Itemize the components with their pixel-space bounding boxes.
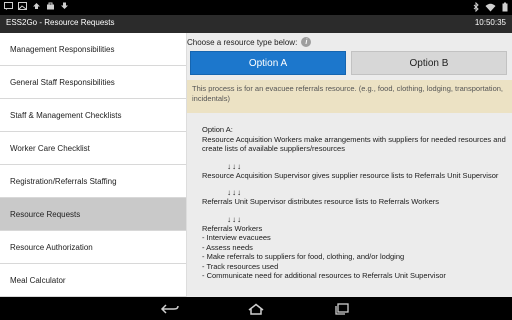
- sidebar-item-label: Meal Calculator: [10, 275, 66, 285]
- step-4-title: Referrals Workers: [202, 223, 263, 233]
- bag-icon: [47, 2, 54, 10]
- step-1-text: Resource Acquisition Workers make arrang…: [202, 134, 506, 154]
- down-arrows: ↓↓↓: [227, 214, 242, 224]
- upload-icon: [33, 3, 40, 9]
- sidebar-item-label: General Staff Responsibilities: [10, 77, 115, 87]
- process-content: Option A: Resource Acquisition Workers m…: [202, 125, 507, 281]
- down-arrows: ↓↓↓: [227, 161, 242, 171]
- sidebar-item-resource-requests[interactable]: Resource Requests: [0, 198, 186, 231]
- notification-icons: [4, 2, 69, 10]
- image-icon: [18, 2, 27, 10]
- wifi-icon: [485, 3, 496, 11]
- list-item: - Assess needs: [202, 242, 253, 252]
- system-icons: [473, 2, 508, 12]
- status-bar: [0, 0, 512, 15]
- step-2-text: Resource Acquisition Supervisor gives su…: [202, 170, 499, 180]
- bluetooth-icon: [473, 2, 479, 12]
- back-icon: [160, 303, 179, 314]
- prompt-label: Choose a resource type below:: [187, 37, 298, 47]
- battery-icon: [502, 2, 508, 12]
- recent-apps-icon: [335, 302, 349, 315]
- navigation-bar: [0, 297, 512, 320]
- list-item: - Track resources used: [202, 261, 279, 271]
- back-button[interactable]: [158, 301, 182, 316]
- resource-type-prompt: Choose a resource type below: i: [187, 36, 312, 48]
- sidebar-item-label: Staff & Management Checklists: [10, 110, 122, 120]
- app-title: ESS2Go - Resource Requests: [6, 18, 115, 27]
- sidebar-item-staff-management-checklists[interactable]: Staff & Management Checklists: [0, 99, 186, 132]
- home-icon: [248, 303, 264, 315]
- sidebar-item-resource-authorization[interactable]: Resource Authorization: [0, 231, 186, 264]
- list-item: - Make referrals to suppliers for food, …: [202, 252, 405, 261]
- sidebar-item-general-staff-responsibilities[interactable]: General Staff Responsibilities: [0, 66, 186, 99]
- option-a-button[interactable]: Option A: [190, 51, 346, 75]
- sidebar-item-label: Management Responsibilities: [10, 44, 115, 54]
- option-b-button[interactable]: Option B: [351, 51, 507, 75]
- message-icon: [4, 2, 13, 10]
- notice-banner: This process is for an evacuee referrals…: [187, 80, 512, 113]
- main-panel: Choose a resource type below: i Option A…: [187, 33, 512, 297]
- recent-apps-button[interactable]: [330, 301, 354, 316]
- sidebar-item-label: Registration/Referrals Staffing: [10, 176, 117, 186]
- sidebar-item-label: Resource Authorization: [10, 242, 93, 252]
- action-bar: ESS2Go - Resource Requests 10:50:35: [0, 15, 512, 34]
- sidebar-item-management-responsibilities[interactable]: Management Responsibilities: [0, 33, 186, 66]
- clock: 10:50:35: [474, 18, 506, 27]
- sidebar-item-meal-calculator[interactable]: Meal Calculator: [0, 264, 186, 297]
- home-button[interactable]: [244, 301, 268, 316]
- list-item: - Communicate need for additional resour…: [202, 271, 446, 280]
- sidebar-item-label: Resource Requests: [10, 209, 81, 219]
- sidebar-item-worker-care-checklist[interactable]: Worker Care Checklist: [0, 132, 186, 165]
- step-3-text: Referrals Unit Supervisor distributes re…: [202, 197, 440, 206]
- sidebar-item-registration-referrals-staffing[interactable]: Registration/Referrals Staffing: [0, 165, 186, 198]
- sidebar-item-label: Worker Care Checklist: [10, 143, 90, 153]
- info-icon[interactable]: i: [301, 37, 312, 47]
- download-icon: [61, 2, 68, 9]
- sidebar: Management Responsibilities General Staf…: [0, 33, 187, 297]
- content-heading: Option A:: [202, 125, 233, 134]
- down-arrows: ↓↓↓: [227, 188, 242, 197]
- list-item: - Interview evacuees: [202, 233, 271, 242]
